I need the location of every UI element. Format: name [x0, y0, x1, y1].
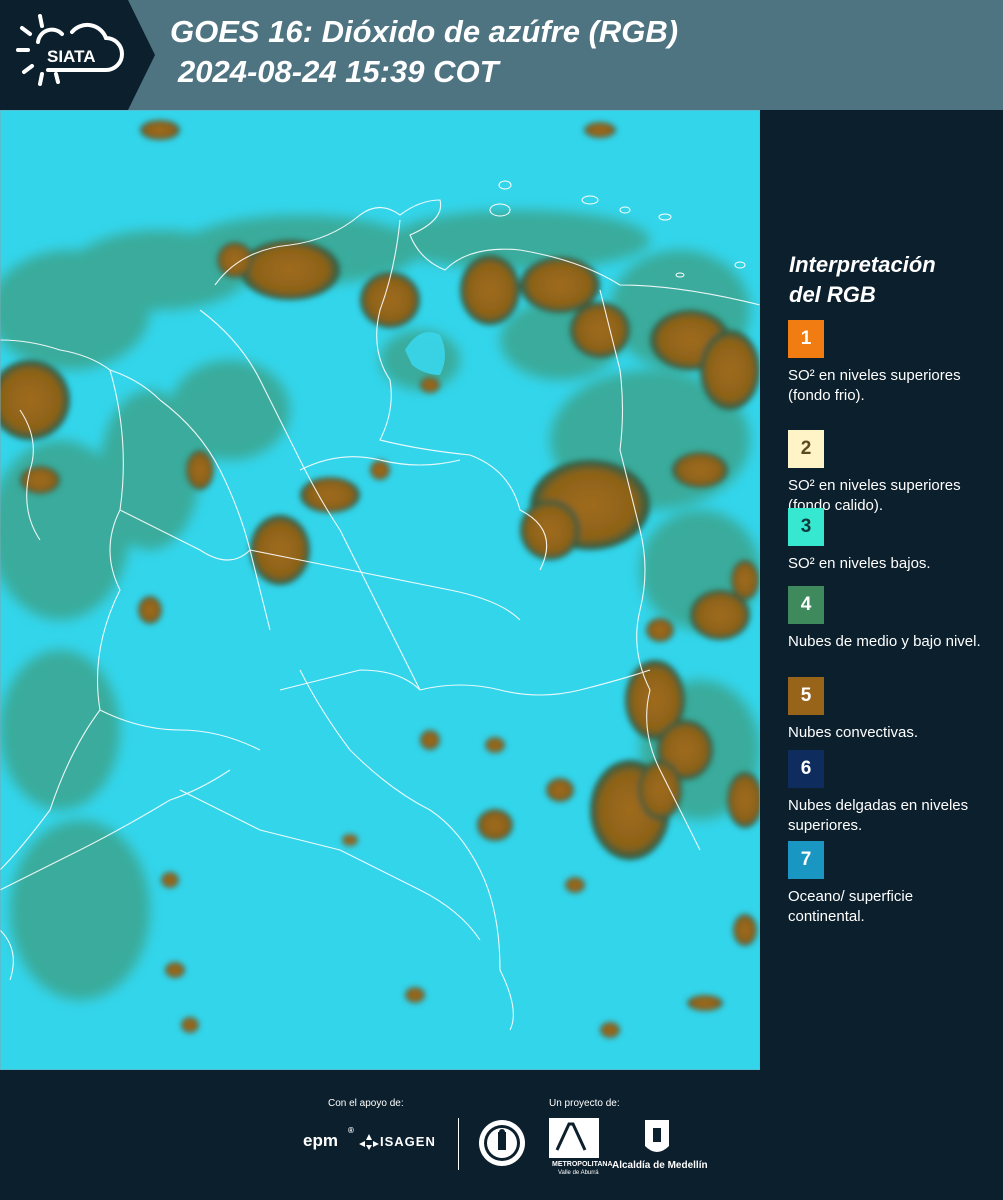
legend-label: Nubes convectivas.: [788, 724, 919, 741]
isagen-icon: [359, 1134, 379, 1150]
satellite-map[interactable]: [0, 110, 760, 1070]
area-metro-sub2: Valle de Aburrá: [558, 1170, 599, 1176]
medellin-seal-icon: [479, 1120, 525, 1166]
epm-logo: epm: [303, 1131, 338, 1150]
rgb-composite-image: [0, 110, 760, 1070]
support-label: Con el apoyo de:: [328, 1098, 404, 1109]
legend-swatch: 3: [788, 508, 824, 546]
siata-logo: SIATA: [14, 12, 126, 98]
footer: Con el apoyo de: Un proyecto de: epm ® I…: [0, 1070, 1003, 1200]
timestamp: 2024-08-24 15:39 COT: [178, 54, 499, 89]
legend-title-line1: Interpretación: [789, 252, 936, 277]
legend-label: Nubes de medio y bajo nivel.: [788, 633, 981, 650]
legend-item-2: 2 SO² en niveles superiores (fondo calido…: [788, 430, 988, 516]
legend-swatch: 5: [788, 677, 824, 715]
legend-item-6: 6 Nubes delgadas en niveles superiores.: [788, 750, 988, 836]
legend-title: Interpretación del RGB: [789, 250, 989, 310]
legend-item-4: 4 Nubes de medio y bajo nivel.: [788, 586, 988, 652]
area-metropolitana-icon: [549, 1118, 599, 1158]
legend-swatch: 7: [788, 841, 824, 879]
area-metro-sub: METROPOLITANA: [552, 1161, 613, 1168]
legend-label: SO² en niveles superiores (fondo frio).: [788, 367, 961, 404]
legend-item-3: 3 SO² en niveles bajos.: [788, 508, 988, 574]
legend-item-7: 7 Oceano/ superficie continental.: [788, 841, 988, 927]
logo-text: SIATA: [47, 47, 95, 66]
sun-cloud-icon: SIATA: [16, 14, 124, 86]
project-label: Un proyecto de:: [549, 1098, 620, 1109]
alcaldia-shield-icon: [645, 1120, 669, 1152]
legend-title-line2: del RGB: [789, 282, 876, 307]
legend-swatch: 2: [788, 430, 824, 468]
isagen-logo: ISAGEN: [380, 1134, 436, 1149]
registered-icon: ®: [348, 1126, 354, 1135]
legend-swatch: 4: [788, 586, 824, 624]
legend-panel: Interpretación del RGB 1 SO² en niveles s…: [760, 110, 1003, 1070]
legend-label: Oceano/ superficie continental.: [788, 888, 914, 925]
footer-divider: [458, 1118, 459, 1170]
legend-item-1: 1 SO² en niveles superiores (fondo frio).: [788, 320, 988, 406]
legend-item-5: 5 Nubes convectivas.: [788, 677, 988, 743]
legend-label: Nubes delgadas en niveles superiores.: [788, 797, 969, 834]
legend-swatch: 6: [788, 750, 824, 788]
alcaldia-logo-text: Alcaldía de Medellín: [612, 1160, 708, 1171]
page-title: GOES 16: Dióxido de azúfre (RGB): [170, 14, 679, 49]
legend-swatch: 1: [788, 320, 824, 358]
legend-label: SO² en niveles bajos.: [788, 555, 931, 572]
